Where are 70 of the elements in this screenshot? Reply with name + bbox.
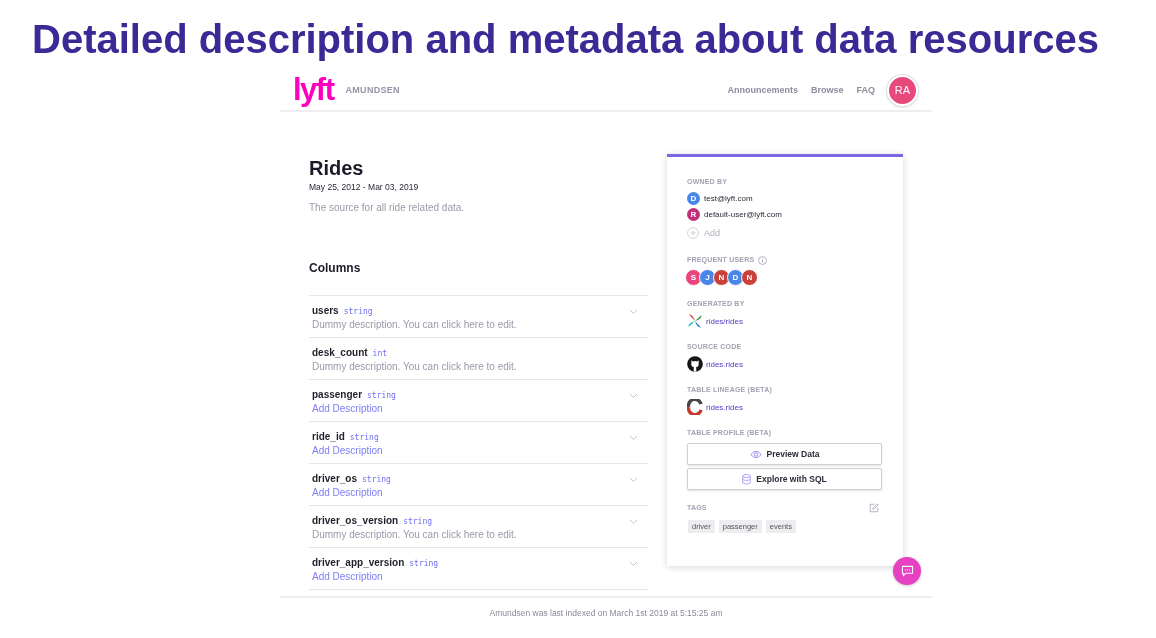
edit-icon[interactable] xyxy=(869,503,879,513)
chat-button[interactable] xyxy=(893,557,921,585)
column-type: string xyxy=(362,474,391,486)
owner-email[interactable]: test@lyft.com xyxy=(704,193,753,203)
column-row[interactable]: desk_count int Dummy description. You can click here to edit. xyxy=(309,338,648,380)
column-type: int xyxy=(372,348,388,360)
column-type: string xyxy=(409,558,439,570)
user-avatar[interactable]: N xyxy=(713,269,730,286)
owner-avatar: R xyxy=(687,207,700,221)
database-icon xyxy=(742,473,752,485)
plus-circle-icon[interactable] xyxy=(687,227,699,239)
nav-link[interactable]: Browse xyxy=(810,85,844,95)
chevron-down-icon[interactable] xyxy=(629,519,638,525)
nav-link[interactable]: FAQ xyxy=(856,85,875,95)
brand-name: AMUNDSEN xyxy=(345,85,400,95)
column-row[interactable]: driver_os_version string Dummy description. You can click here to edit. xyxy=(309,506,648,548)
column-row[interactable]: users string Dummy description. You can click here to edit. xyxy=(309,296,648,338)
explore-sql-button[interactable]: Explore with SQL xyxy=(687,468,882,490)
chevron-down-icon[interactable] xyxy=(629,561,638,567)
add-description-link[interactable]: Add Description xyxy=(312,570,383,584)
column-name: driver_app_version xyxy=(312,556,405,570)
user-avatar[interactable]: S xyxy=(685,269,702,286)
footer-text: Amundsen was last indexed on March 1st 2019 at 5:15:25 am xyxy=(489,608,723,618)
column-row[interactable]: passenger string Add Description xyxy=(309,380,648,422)
user-avatar[interactable]: D xyxy=(727,269,744,286)
column-name: driver_os_version xyxy=(312,514,399,528)
brand-logo[interactable]: lyft xyxy=(293,75,334,105)
eye-icon xyxy=(749,449,762,459)
chevron-down-icon[interactable] xyxy=(629,393,638,399)
column-type: string xyxy=(349,432,379,444)
add-description-link[interactable]: Add Description xyxy=(312,486,383,500)
column-row[interactable]: driver_os string Add Description xyxy=(309,464,648,506)
column-type: string xyxy=(403,516,433,528)
lineage-link[interactable]: rides.rides xyxy=(706,402,743,412)
user-avatar[interactable]: J xyxy=(699,269,716,286)
owner-avatar: D xyxy=(687,191,700,205)
add-description-link[interactable]: Add Description xyxy=(312,402,383,416)
column-name: ride_id xyxy=(312,430,345,444)
column-type: string xyxy=(343,306,373,318)
pinwheel-icon xyxy=(687,313,703,329)
date-range: May 25, 2012 - Mar 03, 2019 xyxy=(309,181,420,193)
cat-silhouette-icon xyxy=(687,356,703,372)
ring-icon xyxy=(687,399,703,415)
user-avatar[interactable]: RA xyxy=(887,74,918,106)
chevron-down-icon[interactable] xyxy=(629,435,638,441)
column-name: users xyxy=(312,304,339,318)
source-code-link[interactable]: rides.rides xyxy=(706,359,743,369)
table-description: The source for all ride related data. xyxy=(309,201,466,215)
generator-link[interactable]: rides/rides xyxy=(706,316,743,326)
chevron-down-icon[interactable] xyxy=(629,477,638,483)
chevron-down-icon[interactable] xyxy=(629,309,638,315)
nav-link[interactable]: Announcements xyxy=(727,85,798,95)
column-row[interactable]: ride_id string Add Description xyxy=(309,422,648,464)
column-description[interactable]: Dummy description. You can click here to edit. xyxy=(312,360,517,374)
column-row[interactable]: driver_app_version string Add Description xyxy=(309,548,648,590)
add-description-link[interactable]: Add Description xyxy=(312,444,383,458)
user-avatar[interactable]: N xyxy=(741,269,758,286)
speech-bubble-icon xyxy=(900,565,914,577)
column-description[interactable]: Dummy description. You can click here to edit. xyxy=(312,318,517,332)
slide-title: Detailed description and metadata about data resources xyxy=(32,17,1099,62)
column-type: string xyxy=(367,390,396,402)
column-description[interactable]: Dummy description. You can click here to edit. xyxy=(312,528,517,542)
column-name: passenger xyxy=(312,388,363,402)
owner-email[interactable]: default-user@lyft.com xyxy=(704,209,782,219)
section-heading: Columns xyxy=(309,260,362,276)
column-name: driver_os xyxy=(312,472,358,486)
table-title: Rides xyxy=(309,156,365,180)
column-name: desk_count xyxy=(312,346,368,360)
preview-data-button[interactable]: Preview Data xyxy=(687,443,882,465)
info-icon[interactable] xyxy=(758,255,768,265)
